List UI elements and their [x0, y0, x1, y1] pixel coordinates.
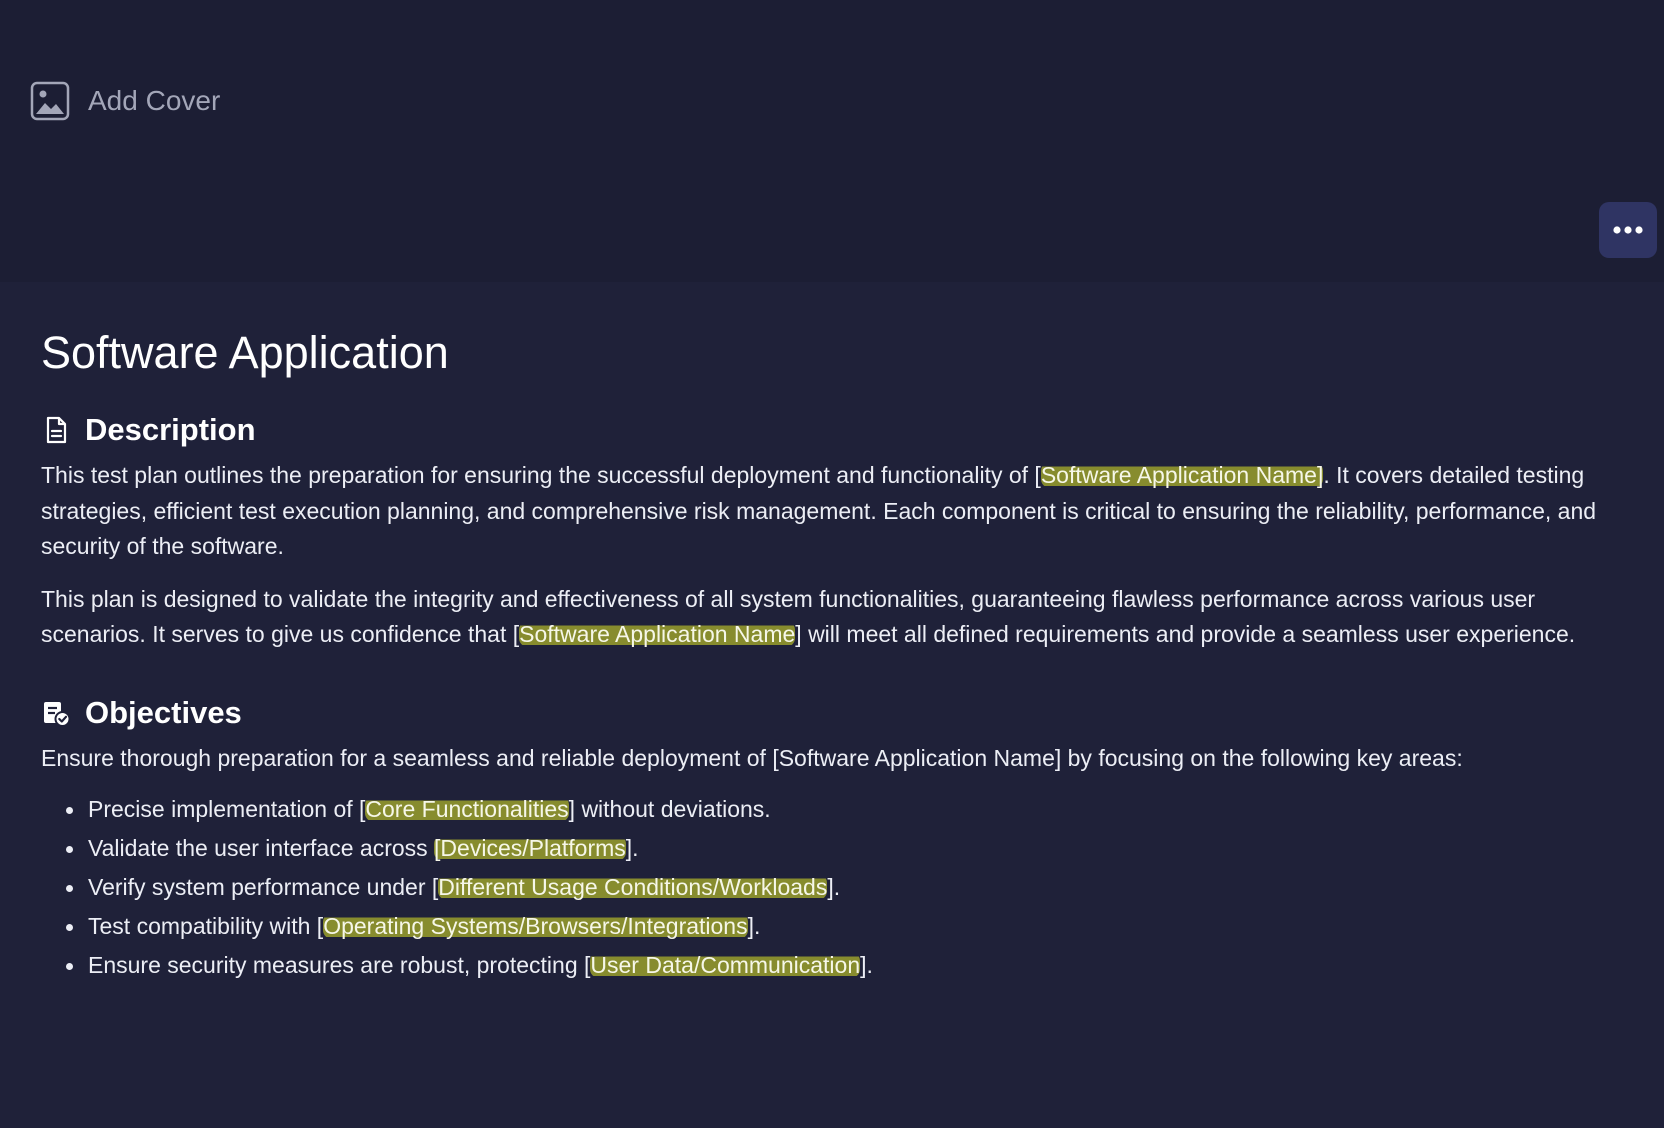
document-icon [46, 416, 67, 444]
objectives-heading: Objectives [41, 691, 1621, 735]
image-icon [30, 81, 70, 121]
placeholder-highlight: User Data/Communication [590, 952, 861, 978]
objectives-list: Precise implementation of [Core Function… [41, 790, 1621, 985]
placeholder-highlight: [Devices/Platforms [434, 835, 626, 861]
list-item[interactable]: Validate the user interface across [Devi… [66, 829, 1621, 868]
objectives-intro[interactable]: Ensure thorough preparation for a seamle… [41, 741, 1621, 777]
text-run: This test plan outlines the preparation … [41, 462, 1041, 488]
add-cover-button[interactable]: Add Cover [30, 80, 220, 122]
text-run: Verify system performance under [ [88, 874, 439, 900]
text-run: ]. [625, 835, 639, 861]
list-item[interactable]: Test compatibility with [Operating Syste… [66, 907, 1621, 946]
description-title: Description [85, 412, 256, 447]
more-options-button[interactable] [1599, 202, 1657, 258]
text-run: Precise implementation of [ [88, 796, 366, 822]
add-cover-label: Add Cover [88, 85, 221, 116]
placeholder-highlight: Software Application Name] [1040, 462, 1324, 488]
placeholder-highlight: Software Application Name [519, 621, 796, 647]
placeholder-highlight: Different Usage Conditions/Workloads [438, 874, 828, 900]
description-heading: Description [41, 408, 1621, 452]
placeholder-highlight: Core Functionalities [365, 796, 569, 822]
list-item[interactable]: Ensure security measures are robust, pro… [66, 946, 1621, 985]
text-run: ] will meet all defined requirements and… [795, 621, 1576, 647]
document-content: Software Application Description This te… [41, 320, 1621, 985]
page-title[interactable]: Software Application [41, 320, 1621, 386]
list-item[interactable]: Verify system performance under [Differe… [66, 868, 1621, 907]
description-paragraph-1[interactable]: This test plan outlines the preparation … [41, 458, 1621, 565]
objectives-title: Objectives [85, 694, 242, 730]
text-run: ] without deviations. [568, 796, 771, 822]
list-item[interactable]: Precise implementation of [Core Function… [66, 790, 1621, 829]
text-run: ]. [860, 952, 873, 978]
description-paragraph-2[interactable]: This plan is designed to validate the in… [41, 582, 1621, 653]
checklist-icon [44, 701, 71, 727]
text-run: ]. [827, 874, 841, 900]
text-run: Ensure security measures are robust, pro… [88, 952, 591, 978]
more-horizontal-icon [1613, 226, 1643, 234]
text-run: ]. [747, 913, 761, 939]
cover-area: Add Cover [0, 0, 1664, 282]
placeholder-highlight: Operating Systems/Browsers/Integrations [323, 913, 748, 939]
text-run: Validate the user interface across [88, 835, 435, 861]
text-run: Test compatibility with [ [88, 913, 324, 939]
